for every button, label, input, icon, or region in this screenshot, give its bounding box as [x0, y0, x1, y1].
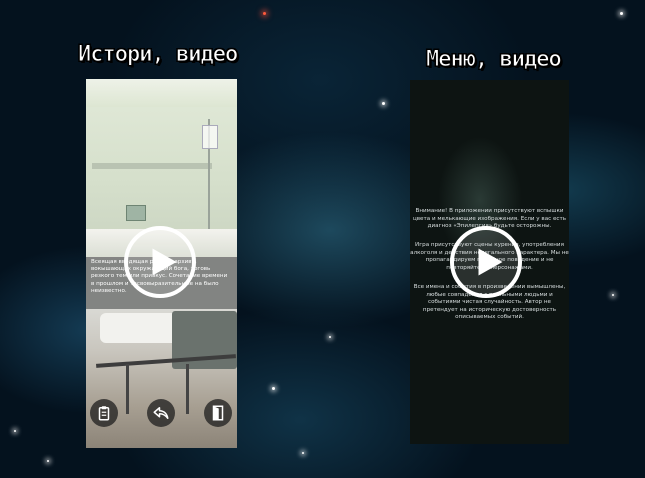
star: [302, 452, 304, 454]
ceiling: [86, 79, 237, 107]
star: [14, 430, 16, 432]
back-arrow-icon: [153, 407, 169, 419]
star: [272, 387, 275, 390]
wall-rail: [92, 163, 212, 169]
bed-leg: [126, 364, 129, 414]
iv-bag: [202, 125, 218, 149]
star: [620, 12, 623, 15]
clipboard-icon: [98, 406, 110, 421]
exit-button[interactable]: [204, 399, 232, 427]
play-button[interactable]: [124, 226, 196, 298]
door-exit-icon: [212, 405, 224, 421]
star: [47, 460, 49, 462]
star: [329, 336, 331, 338]
menu-video-heading: Меню, видео: [426, 47, 563, 73]
stories-video-heading: Истори, видео: [77, 42, 238, 68]
play-icon: [478, 248, 503, 276]
wall-monitor: [126, 205, 146, 221]
play-button[interactable]: [450, 226, 522, 298]
bed-leg: [186, 364, 189, 414]
star: [612, 294, 614, 296]
star: [263, 12, 266, 15]
bed-sheet: [100, 313, 180, 343]
play-icon: [152, 248, 177, 276]
star: [382, 102, 385, 105]
clipboard-button[interactable]: [90, 399, 118, 427]
back-button[interactable]: [147, 399, 175, 427]
